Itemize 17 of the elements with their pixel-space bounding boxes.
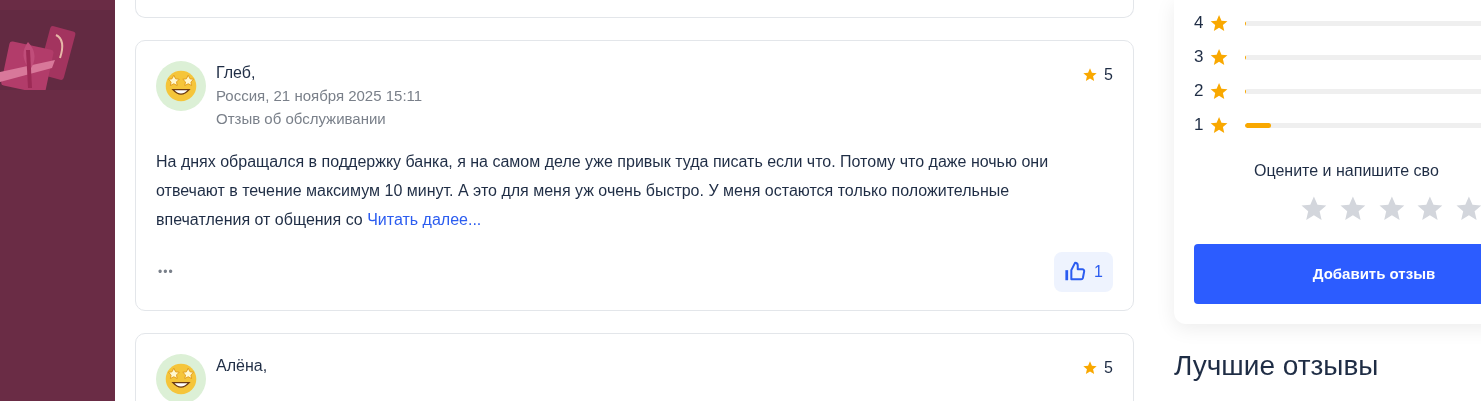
rating-label: 2: [1194, 80, 1205, 103]
author-name: Алёна,: [216, 356, 269, 376]
read-more-link[interactable]: Читать далее...: [367, 211, 482, 228]
review-meta: Россия, 21 ноября 2025 15:11: [216, 86, 424, 106]
more-button[interactable]: •••: [156, 263, 176, 281]
review-text: На днях обращался в поддержку банка, я на самом деле уже привык туда писать если что. Потому что даже ночью они отвечают в течение максимум 10 минут. А это для меня уж очень быстро. У меня остаются только положительные впечатления от общения со Читать далее...: [156, 152, 1050, 230]
author-name: Глеб,: [216, 63, 257, 83]
rating-label: 1: [1194, 114, 1205, 137]
add-review-button[interactable]: Добавить отзыв: [1194, 244, 1481, 304]
rate-prompt: Оцените и напишите сво: [1254, 161, 1440, 181]
like-button[interactable]: 1: [1054, 252, 1113, 292]
rating-label: 3: [1194, 46, 1205, 69]
rating-label: 4: [1194, 12, 1205, 35]
section-heading: Лучшие отзывы: [1174, 349, 1380, 383]
review-category: Отзыв об обслуживании: [216, 109, 387, 129]
review-rating: 5: [1104, 66, 1113, 84]
review-rating: 5: [1104, 359, 1113, 377]
